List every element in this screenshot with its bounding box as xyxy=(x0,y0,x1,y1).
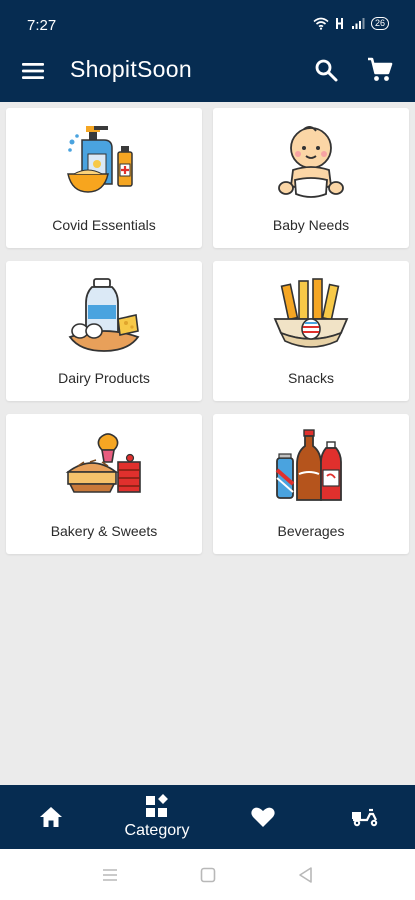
home-button-icon[interactable] xyxy=(198,865,218,885)
wifi-icon xyxy=(313,17,329,30)
category-card-bakery-sweets[interactable]: Bakery & Sweets xyxy=(6,414,202,554)
menu-icon[interactable] xyxy=(20,58,46,84)
status-icons: 26 xyxy=(313,17,389,30)
signal-hd-icon xyxy=(335,18,343,29)
battery-icon: 26 xyxy=(370,17,389,30)
bottom-nav: Category xyxy=(0,785,415,849)
baby-icon xyxy=(278,126,344,198)
delivery-scooter-icon xyxy=(352,808,378,827)
nav-category[interactable]: Category xyxy=(112,785,202,849)
category-icon xyxy=(146,794,168,817)
system-nav-bar xyxy=(0,849,415,900)
category-card-beverages[interactable]: Beverages xyxy=(213,414,409,554)
cell-signal-icon xyxy=(351,18,365,29)
status-time: 7:27 xyxy=(27,17,57,34)
back-icon[interactable] xyxy=(296,865,316,885)
category-label: Covid Essentials xyxy=(52,217,156,233)
nav-delivery[interactable] xyxy=(338,785,392,849)
category-card-snacks[interactable]: Snacks xyxy=(213,261,409,401)
category-label: Snacks xyxy=(288,370,334,386)
status-bar: 7:27 26 xyxy=(0,0,415,48)
snacks-icon xyxy=(273,278,349,348)
category-card-covid-essentials[interactable]: Covid Essentials xyxy=(6,108,202,248)
beverages-icon xyxy=(275,429,342,501)
heart-icon xyxy=(251,807,275,827)
category-label: Baby Needs xyxy=(272,217,350,233)
sanitizer-icon xyxy=(67,126,133,193)
dairy-icon xyxy=(68,278,140,352)
nav-category-label: Category xyxy=(124,822,190,839)
top-bar: 7:27 26 ShopitSoon xyxy=(0,0,415,102)
cart-icon[interactable] xyxy=(366,56,394,84)
home-icon xyxy=(40,807,62,827)
bakery-icon xyxy=(65,433,141,493)
category-label: Bakery & Sweets xyxy=(50,523,158,539)
app-bar: ShopitSoon xyxy=(0,48,415,102)
category-card-dairy-products[interactable]: Dairy Products xyxy=(6,261,202,401)
category-card-baby-needs[interactable]: Baby Needs xyxy=(213,108,409,248)
nav-home[interactable] xyxy=(26,785,76,849)
category-label: Dairy Products xyxy=(58,370,150,386)
nav-favorites[interactable] xyxy=(238,785,288,849)
search-icon[interactable] xyxy=(313,57,339,83)
app-title: ShopitSoon xyxy=(70,56,192,82)
recents-icon[interactable] xyxy=(100,865,120,885)
category-label: Beverages xyxy=(277,523,345,539)
